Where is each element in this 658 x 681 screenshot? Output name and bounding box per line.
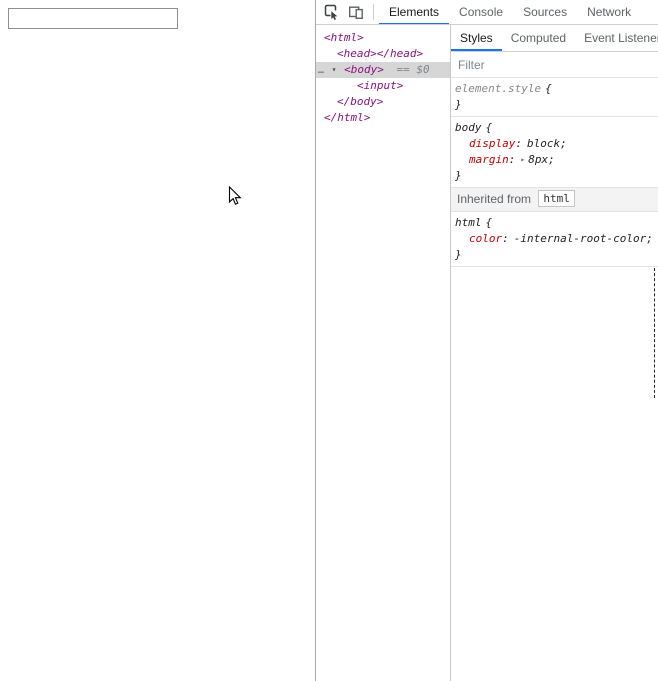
styles-tab-bar: Styles Computed Event Listeners [451, 25, 658, 52]
devtools-toolbar: Elements Console Sources Network [316, 0, 658, 25]
property-name: display [469, 137, 516, 150]
devtools-tab-bar: Elements Console Sources Network [379, 0, 641, 24]
expand-triangle-icon[interactable]: ▸ [520, 155, 525, 164]
open-brace: { [485, 121, 493, 134]
rule-close-line: } [455, 97, 656, 113]
tag-text: <html> [324, 31, 364, 44]
dom-node-html-close[interactable]: </html> [316, 110, 450, 126]
property-value: -internal-root-color; [513, 232, 653, 245]
rule-selector: body [455, 121, 482, 134]
rule-selector-line[interactable]: html{ [455, 215, 656, 231]
dom-node-body-close[interactable]: </body> [316, 94, 450, 110]
tag-text: </body> [337, 95, 384, 108]
browser-window: Elements Console Sources Network <html> … [0, 0, 658, 681]
colon: : [508, 153, 516, 166]
styles-filter-bar [451, 52, 658, 78]
close-brace: } [455, 169, 462, 182]
page-text-input[interactable] [8, 8, 178, 29]
inspect-element-button[interactable] [320, 0, 344, 24]
expand-arrow-icon[interactable]: ▾ [332, 65, 338, 74]
rule-close-line: } [455, 168, 656, 184]
rule-selector-line[interactable]: body{ [455, 120, 656, 136]
css-property-color[interactable]: color: -internal-root-color; [455, 231, 656, 247]
tab-sources[interactable]: Sources [513, 0, 577, 24]
mouse-cursor-icon [228, 186, 242, 205]
rule-close-line: } [455, 247, 656, 263]
body-rule: body{ display: block; margin: ▸ 8px; } [451, 117, 658, 188]
dashed-border-artifact [654, 268, 655, 398]
dom-node-html-open[interactable]: <html> [316, 30, 450, 46]
styles-filter-input[interactable] [458, 57, 651, 72]
dom-node-body-selected[interactable]: … ▾ <body> == $0 [316, 62, 450, 78]
styles-sidebar: Styles Computed Event Listeners element.… [450, 25, 658, 681]
property-value: 8px; [528, 153, 555, 166]
dom-node-head[interactable]: <head></head> [316, 46, 450, 62]
devtools-panel: Elements Console Sources Network <html> … [315, 0, 658, 681]
close-brace: } [455, 98, 462, 111]
colon: : [515, 137, 522, 150]
tab-event-listeners[interactable]: Event Listeners [575, 25, 658, 51]
dollar-zero-marker: == $0 [396, 63, 430, 76]
rule-selector: element.style [455, 82, 542, 95]
rendered-page [0, 0, 315, 681]
property-name: margin [469, 153, 509, 166]
inherited-from-link[interactable]: html [538, 190, 575, 207]
property-name: color [469, 232, 503, 245]
inspect-element-icon [324, 4, 338, 20]
tab-elements[interactable]: Elements [379, 0, 450, 24]
inherited-from-label: Inherited from [457, 192, 532, 206]
toggle-device-toolbar-button[interactable] [344, 0, 368, 24]
css-property-display[interactable]: display: block; [455, 136, 656, 152]
open-brace: { [545, 82, 552, 95]
node-menu-dots-icon[interactable]: … [316, 65, 325, 76]
inherited-from-bar: Inherited from html [451, 188, 658, 212]
tag-text: </html> [324, 111, 371, 124]
device-toolbar-icon [349, 6, 363, 19]
close-brace: } [455, 248, 462, 261]
toolbar-separator [373, 4, 374, 20]
open-brace: { [485, 216, 493, 229]
colon: : [502, 232, 509, 245]
tag-text: <head></head> [337, 47, 424, 60]
rule-selector: html [455, 216, 482, 229]
element-style-rule: element.style{ } [451, 78, 658, 117]
html-rule: html{ color: -internal-root-color; } [451, 212, 658, 267]
tab-styles[interactable]: Styles [451, 25, 502, 51]
css-property-margin[interactable]: margin: ▸ 8px; [455, 152, 656, 168]
dom-node-input[interactable]: <input> [316, 78, 450, 94]
tab-console[interactable]: Console [449, 0, 513, 24]
property-value: block; [526, 137, 567, 150]
dom-tree: <html> <head></head> … ▾ <body> == $0 <i… [316, 26, 450, 681]
tag-text: <input> [357, 79, 404, 92]
rule-selector-line[interactable]: element.style{ [455, 81, 656, 97]
tab-network[interactable]: Network [577, 0, 641, 24]
tab-computed[interactable]: Computed [502, 25, 575, 51]
tag-text: <body> [344, 63, 384, 76]
